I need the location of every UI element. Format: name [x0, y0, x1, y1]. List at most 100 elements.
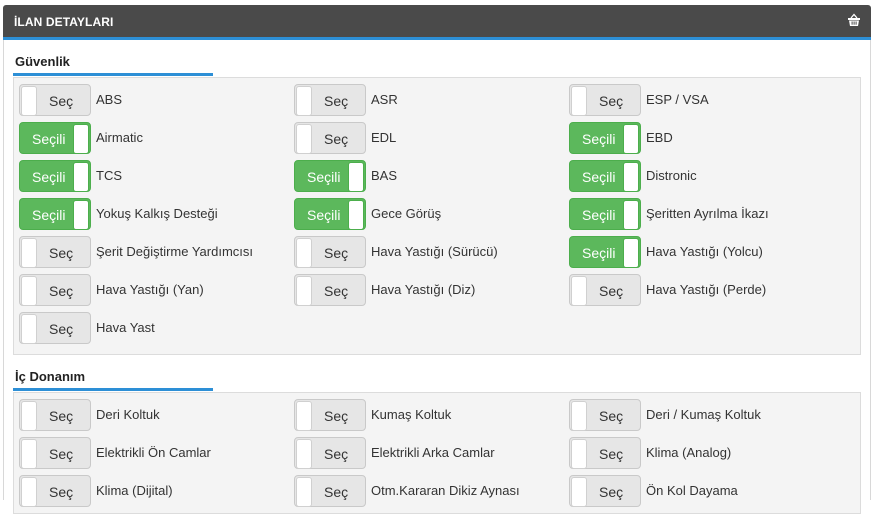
option-toggle-button[interactable]: Seç [19, 84, 91, 116]
option-label: Kumaş Koltuk [371, 407, 452, 422]
option-item: Seç Kumaş Koltuk [294, 399, 564, 433]
panel-title: İLAN DETAYLARI [14, 15, 114, 29]
option-toggle-button[interactable]: Seç [19, 274, 91, 306]
option-label: Hava Yastığı (Yan) [96, 282, 204, 297]
option-item: Seç Hava Yastığı (Sürücü) [294, 236, 564, 270]
option-label: BAS [371, 168, 398, 183]
option-item: Seç Otm.Kararan Dikiz Aynası [294, 475, 564, 509]
toggle-state-label: Seç [599, 408, 624, 424]
option-item: Seç ASR [294, 84, 564, 118]
option-label: Şeritten Ayrılma İkazı [646, 206, 769, 221]
toggle-knob [296, 276, 312, 306]
toggle-knob [623, 162, 639, 192]
toggle-knob [21, 439, 37, 469]
option-label: Klima (Analog) [646, 445, 732, 460]
toggle-state-label: Seçili [582, 131, 616, 147]
option-label: EDL [371, 130, 397, 145]
option-item: Seç Elektrikli Ön Camlar [19, 437, 289, 471]
option-label: Airmatic [96, 130, 143, 145]
option-toggle-button[interactable]: Seç [19, 475, 91, 507]
toggle-state-label: Seç [49, 484, 74, 500]
option-item: Seç EDL [294, 122, 564, 156]
option-toggle-button[interactable]: Seç [19, 399, 91, 431]
option-toggle-button[interactable]: Seç [294, 274, 366, 306]
option-item: Seç ABS [19, 84, 289, 118]
toggle-knob [73, 162, 89, 192]
toggle-knob [348, 162, 364, 192]
option-toggle-button[interactable]: Seçili [569, 236, 641, 268]
option-label: TCS [96, 168, 122, 183]
option-toggle-button[interactable]: Seç [294, 437, 366, 469]
toggle-state-label: Seç [324, 245, 349, 261]
toggle-state-label: Seçili [32, 131, 66, 147]
option-toggle-button[interactable]: Seçili [294, 160, 366, 192]
option-toggle-button[interactable]: Seç [569, 437, 641, 469]
option-toggle-button[interactable]: Seç [569, 399, 641, 431]
toggle-knob [296, 86, 312, 116]
toggle-state-label: Seç [49, 446, 74, 462]
section-title-ic-donanim: İç Donanım [15, 369, 86, 384]
option-toggle-button[interactable]: Seç [569, 274, 641, 306]
toggle-state-label: Seçili [307, 169, 341, 185]
ic-donanim-options-grid: Seç Deri Koltuk Seç Kumaş Koltuk Seç Deri / K… [13, 392, 861, 514]
toggle-knob [296, 238, 312, 268]
option-toggle-button[interactable]: Seç [294, 236, 366, 268]
option-label: Distronic [646, 168, 697, 183]
option-toggle-button[interactable]: Seçili [19, 160, 91, 192]
toggle-state-label: Seçili [32, 169, 66, 185]
option-toggle-button[interactable]: Seçili [569, 198, 641, 230]
option-toggle-button[interactable]: Seç [19, 236, 91, 268]
toggle-state-label: Seç [49, 283, 74, 299]
section-underline [13, 73, 213, 76]
option-toggle-button[interactable]: Seç [294, 84, 366, 116]
option-toggle-button[interactable]: Seçili [19, 198, 91, 230]
option-label: Hava Yastığı (Yolcu) [646, 244, 763, 259]
guvenlik-options-grid: Seç ABS Seç ASR Seç ESP / VSA Seçili Airmatic Se… [13, 77, 861, 355]
option-toggle-button[interactable]: Seç [19, 312, 91, 344]
toggle-knob [21, 477, 37, 507]
option-item: Seçili BAS [294, 160, 564, 194]
basket-icon[interactable] [847, 13, 861, 27]
option-item: Seç Hava Yastığı (Perde) [569, 274, 839, 308]
option-toggle-button[interactable]: Seç [294, 399, 366, 431]
toggle-state-label: Seç [49, 93, 74, 109]
option-item: Seç Şerit Değiştirme Yardımcısı [19, 236, 289, 270]
option-label: Deri / Kumaş Koltuk [646, 407, 761, 422]
option-item: Seçili Yokuş Kalkış Desteği [19, 198, 289, 232]
toggle-knob [21, 276, 37, 306]
toggle-knob [21, 401, 37, 431]
toggle-knob [623, 200, 639, 230]
option-toggle-button[interactable]: Seçili [19, 122, 91, 154]
toggle-knob [21, 238, 37, 268]
option-label: Şerit Değiştirme Yardımcısı [96, 244, 254, 259]
toggle-knob [623, 124, 639, 154]
toggle-state-label: Seçili [582, 245, 616, 261]
option-toggle-button[interactable]: Seç [294, 475, 366, 507]
option-toggle-button[interactable]: Seç [569, 84, 641, 116]
toggle-knob [296, 439, 312, 469]
option-item: Seçili Hava Yastığı (Yolcu) [569, 236, 839, 270]
option-toggle-button[interactable]: Seç [569, 475, 641, 507]
toggle-state-label: Seç [599, 446, 624, 462]
section-title-guvenlik: Güvenlik [15, 54, 70, 69]
option-toggle-button[interactable]: Seçili [569, 160, 641, 192]
toggle-knob [296, 401, 312, 431]
option-item: Seç Elektrikli Arka Camlar [294, 437, 564, 471]
option-toggle-button[interactable]: Seç [294, 122, 366, 154]
toggle-state-label: Seç [324, 283, 349, 299]
option-toggle-button[interactable]: Seç [19, 437, 91, 469]
option-label: Elektrikli Arka Camlar [371, 445, 495, 460]
toggle-state-label: Seç [324, 131, 349, 147]
toggle-knob [296, 124, 312, 154]
toggle-knob [73, 124, 89, 154]
option-label: EBD [646, 130, 673, 145]
toggle-state-label: Seçili [32, 207, 66, 223]
toggle-state-label: Seç [599, 484, 624, 500]
toggle-knob [571, 276, 587, 306]
option-toggle-button[interactable]: Seçili [294, 198, 366, 230]
option-label: ESP / VSA [646, 92, 709, 107]
toggle-state-label: Seç [324, 408, 349, 424]
option-item: Seç Hava Yast [19, 312, 289, 346]
option-label: Hava Yast [96, 320, 155, 335]
option-toggle-button[interactable]: Seçili [569, 122, 641, 154]
